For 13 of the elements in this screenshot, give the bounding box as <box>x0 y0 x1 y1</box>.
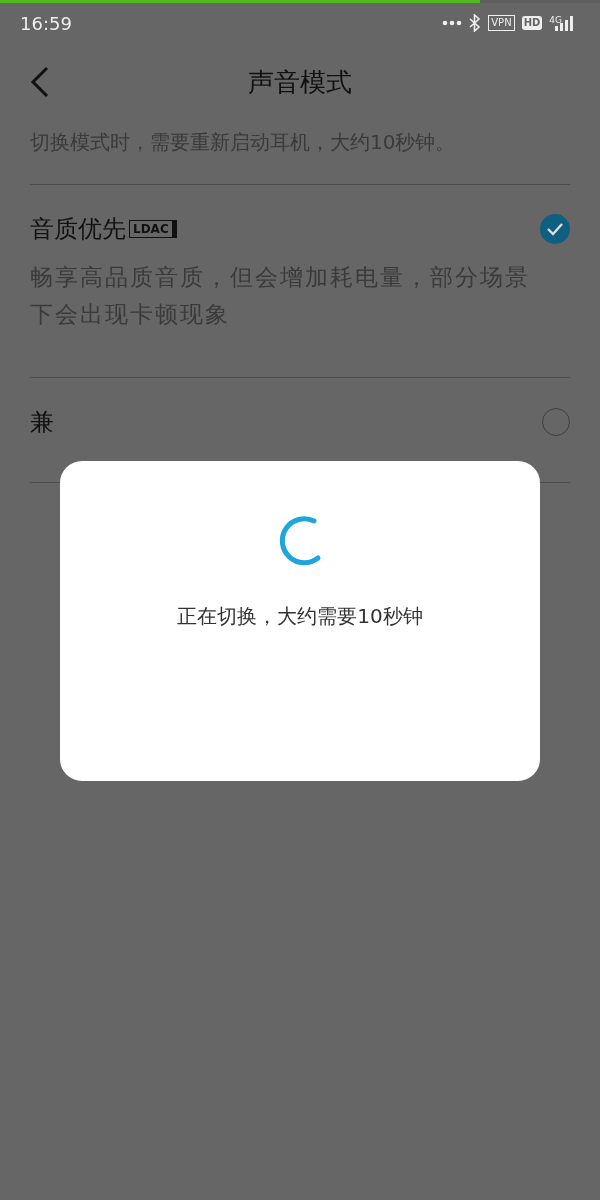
vpn-indicator: VPN <box>488 15 515 31</box>
network-type: 4G <box>549 15 562 25</box>
codec-badge: LDAC <box>129 220 177 238</box>
clock-time: 16:59 <box>20 12 72 34</box>
hd-indicator: HD <box>521 16 543 30</box>
option-title: 兼 <box>30 407 54 438</box>
more-dots-icon <box>442 20 463 26</box>
option-title: 音质优先 <box>30 214 126 245</box>
bluetooth-icon <box>469 14 482 32</box>
back-icon[interactable] <box>30 66 50 98</box>
check-radio[interactable] <box>540 214 570 244</box>
page-title: 声音模式 <box>248 65 352 99</box>
dialog-message: 正在切换，大约需要10秒钟 <box>177 603 423 630</box>
